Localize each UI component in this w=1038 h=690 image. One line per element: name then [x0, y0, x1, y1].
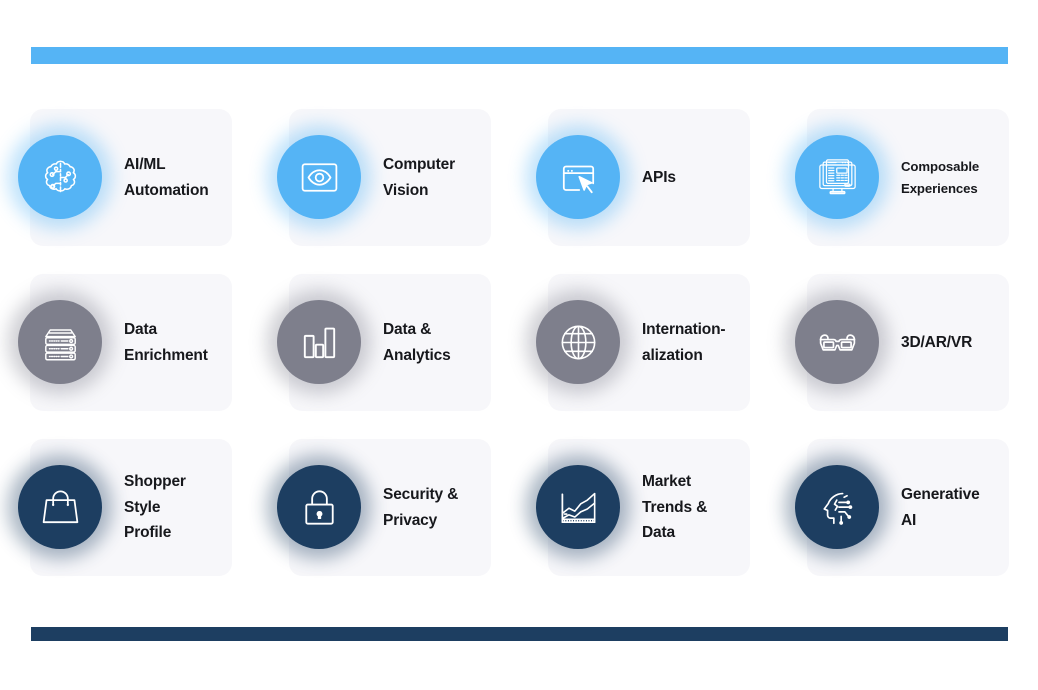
trend-chart-icon — [536, 465, 620, 549]
capability-card[interactable]: APIs — [526, 109, 750, 246]
capability-card-label: Internation- alization — [642, 320, 726, 364]
ai-head-circuit-icon — [795, 465, 879, 549]
capability-card[interactable]: AI/ML Automation — [8, 109, 232, 246]
eye-in-frame-icon — [277, 135, 361, 219]
capability-card-label: Generative AI — [901, 485, 980, 529]
capability-card-label: Computer Vision — [383, 155, 455, 199]
capability-card[interactable]: Composable Experiences — [785, 109, 1009, 246]
capability-card-label: 3D/AR/VR — [901, 333, 973, 351]
capability-card[interactable]: Data Enrichment — [8, 274, 232, 411]
capability-card[interactable]: Internation- alization — [526, 274, 750, 411]
top-accent-bar — [31, 47, 1008, 64]
capability-card[interactable]: Market Trends & Data — [526, 439, 750, 576]
padlock-icon — [277, 465, 361, 549]
browser-cursor-icon — [536, 135, 620, 219]
capability-card[interactable]: Generative AI — [785, 439, 1009, 576]
globe-icon — [536, 300, 620, 384]
bar-chart-icon — [277, 300, 361, 384]
capability-card[interactable]: Data & Analytics — [267, 274, 491, 411]
brain-circuit-icon — [18, 135, 102, 219]
desktop-layout-icon — [795, 135, 879, 219]
capability-card-grid: AI/ML Automation Computer Vision APIs Co… — [8, 109, 1009, 576]
capability-card-label: Composable Experiences — [901, 158, 980, 196]
capability-card-label: Market Trends & Data — [642, 473, 708, 542]
card-row-2: Data Enrichment Data & Analytics Interna… — [8, 274, 1009, 411]
page-canvas: AI/ML Automation Computer Vision APIs Co… — [0, 0, 1038, 690]
3d-glasses-icon — [795, 300, 879, 384]
capability-card-label: Data Enrichment — [124, 320, 208, 364]
capability-card-label: Shopper Style Profile — [124, 473, 186, 542]
capability-card-label: APIs — [642, 168, 676, 186]
card-row-3: Shopper Style Profile Security & Privacy… — [8, 439, 1009, 576]
server-stack-icon — [18, 300, 102, 384]
capability-card[interactable]: Shopper Style Profile — [8, 439, 232, 576]
capability-card-label: Data & Analytics — [383, 320, 451, 364]
capability-card[interactable]: Computer Vision — [267, 109, 491, 246]
bottom-accent-bar — [31, 627, 1008, 641]
shopping-bag-icon — [18, 465, 102, 549]
card-row-1: AI/ML Automation Computer Vision APIs Co… — [8, 109, 1009, 246]
capability-card[interactable]: 3D/AR/VR — [785, 274, 1009, 411]
capability-card[interactable]: Security & Privacy — [267, 439, 491, 576]
capability-card-label: AI/ML Automation — [124, 155, 209, 199]
capability-card-label: Security & Privacy — [383, 485, 459, 529]
